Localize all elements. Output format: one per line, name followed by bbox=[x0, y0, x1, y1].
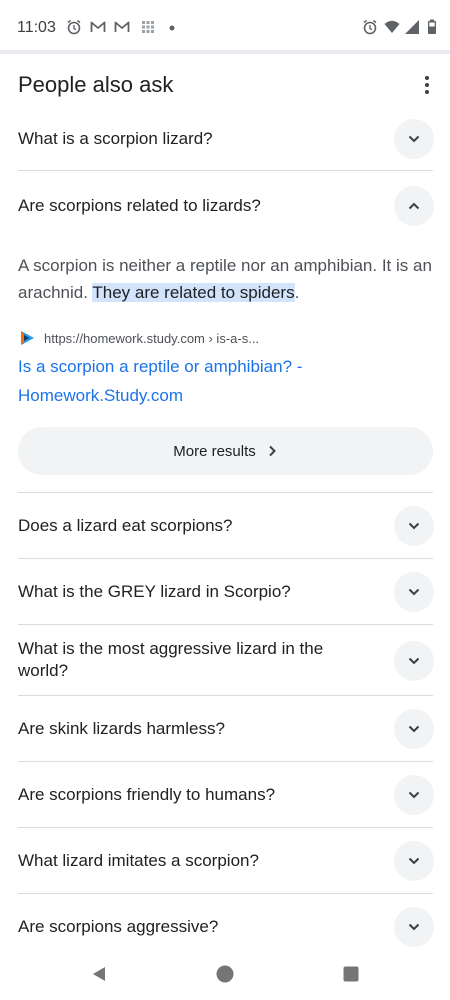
system-nav-bar bbox=[0, 950, 450, 1000]
expand-button[interactable] bbox=[394, 641, 434, 681]
divider bbox=[18, 695, 433, 696]
question-text: What is the most aggressive lizard in th… bbox=[18, 639, 324, 680]
status-time: 11:03 bbox=[17, 19, 56, 36]
question-text: Are scorpions related to lizards? bbox=[18, 196, 261, 215]
question-row[interactable]: What is the GREY lizard in Scorpio? bbox=[0, 571, 450, 613]
wifi-icon bbox=[384, 20, 400, 33]
expand-button[interactable] bbox=[394, 119, 434, 159]
gmail-icon bbox=[90, 21, 106, 32]
divider bbox=[18, 761, 433, 762]
question-row[interactable]: Are scorpions aggressive? bbox=[0, 906, 450, 948]
question-row-expanded[interactable]: Are scorpions related to lizards? bbox=[0, 185, 450, 227]
expand-button[interactable] bbox=[394, 572, 434, 612]
question-text: Are scorpions aggressive? bbox=[18, 917, 219, 936]
alarm-icon bbox=[363, 19, 377, 35]
study-com-favicon-icon bbox=[21, 331, 34, 345]
source-row[interactable]: https://homework.study.com › is-a-s... bbox=[18, 328, 259, 348]
recents-icon[interactable] bbox=[342, 965, 360, 983]
answer-highlight: They are related to spiders bbox=[92, 283, 295, 302]
chevron-down-icon bbox=[408, 135, 420, 143]
divider bbox=[18, 893, 433, 894]
cell-signal-icon bbox=[405, 20, 419, 34]
question-row[interactable]: Are scorpions friendly to humans? bbox=[0, 774, 450, 816]
expand-button[interactable] bbox=[394, 775, 434, 815]
source-link[interactable]: Is a scorpion a reptile or amphibian? - … bbox=[18, 352, 348, 410]
home-icon[interactable] bbox=[216, 965, 234, 983]
question-text: What lizard imitates a scorpion? bbox=[18, 851, 259, 870]
question-text: Are scorpions friendly to humans? bbox=[18, 785, 276, 804]
divider bbox=[18, 492, 433, 493]
answer-snippet: A scorpion is neither a reptile nor an a… bbox=[18, 252, 433, 306]
collapse-button[interactable] bbox=[394, 186, 434, 226]
expand-button[interactable] bbox=[394, 709, 434, 749]
source-url: https://homework.study.com › is-a-s... bbox=[44, 330, 260, 346]
answer-text-end: . bbox=[294, 283, 300, 302]
question-text: Does a lizard eat scorpions? bbox=[18, 516, 233, 535]
divider bbox=[18, 624, 433, 625]
alarm-icon bbox=[67, 19, 81, 35]
chevron-down-icon bbox=[408, 588, 420, 596]
question-row[interactable]: What is the most aggressive lizard in th… bbox=[0, 638, 450, 684]
more-results-button[interactable]: More results bbox=[18, 427, 433, 475]
grid-dots-icon bbox=[142, 21, 154, 33]
expand-button[interactable] bbox=[394, 506, 434, 546]
question-text: What is a scorpion lizard? bbox=[18, 129, 213, 148]
chevron-down-icon bbox=[408, 923, 420, 931]
question-row[interactable]: Are skink lizards harmless? bbox=[0, 708, 450, 750]
question-text: Are skink lizards harmless? bbox=[18, 719, 225, 738]
people-also-ask-title: People also ask bbox=[18, 72, 174, 97]
chevron-down-icon bbox=[408, 522, 420, 530]
expand-button[interactable] bbox=[394, 907, 434, 947]
divider bbox=[18, 558, 433, 559]
chevron-up-icon bbox=[408, 202, 420, 210]
back-icon[interactable] bbox=[90, 965, 108, 983]
more-results-label: More results bbox=[173, 442, 256, 460]
chevron-down-icon bbox=[408, 857, 420, 865]
battery-icon bbox=[428, 19, 436, 34]
gmail-icon bbox=[114, 21, 130, 32]
chevron-down-icon bbox=[408, 725, 420, 733]
more-options-icon[interactable] bbox=[418, 74, 436, 96]
expand-button[interactable] bbox=[394, 841, 434, 881]
top-divider bbox=[0, 50, 450, 54]
question-row[interactable]: Does a lizard eat scorpions? bbox=[0, 505, 450, 547]
question-text: What is the GREY lizard in Scorpio? bbox=[18, 582, 291, 601]
question-row[interactable]: What lizard imitates a scorpion? bbox=[0, 840, 450, 882]
divider bbox=[18, 827, 433, 828]
chevron-down-icon bbox=[408, 791, 420, 799]
chevron-down-icon bbox=[408, 657, 420, 665]
question-row[interactable]: What is a scorpion lizard? bbox=[0, 118, 450, 160]
status-bar: 11:03 bbox=[0, 0, 450, 52]
divider bbox=[18, 170, 433, 171]
chevron-right-icon bbox=[269, 445, 276, 457]
dot-icon bbox=[169, 25, 175, 31]
